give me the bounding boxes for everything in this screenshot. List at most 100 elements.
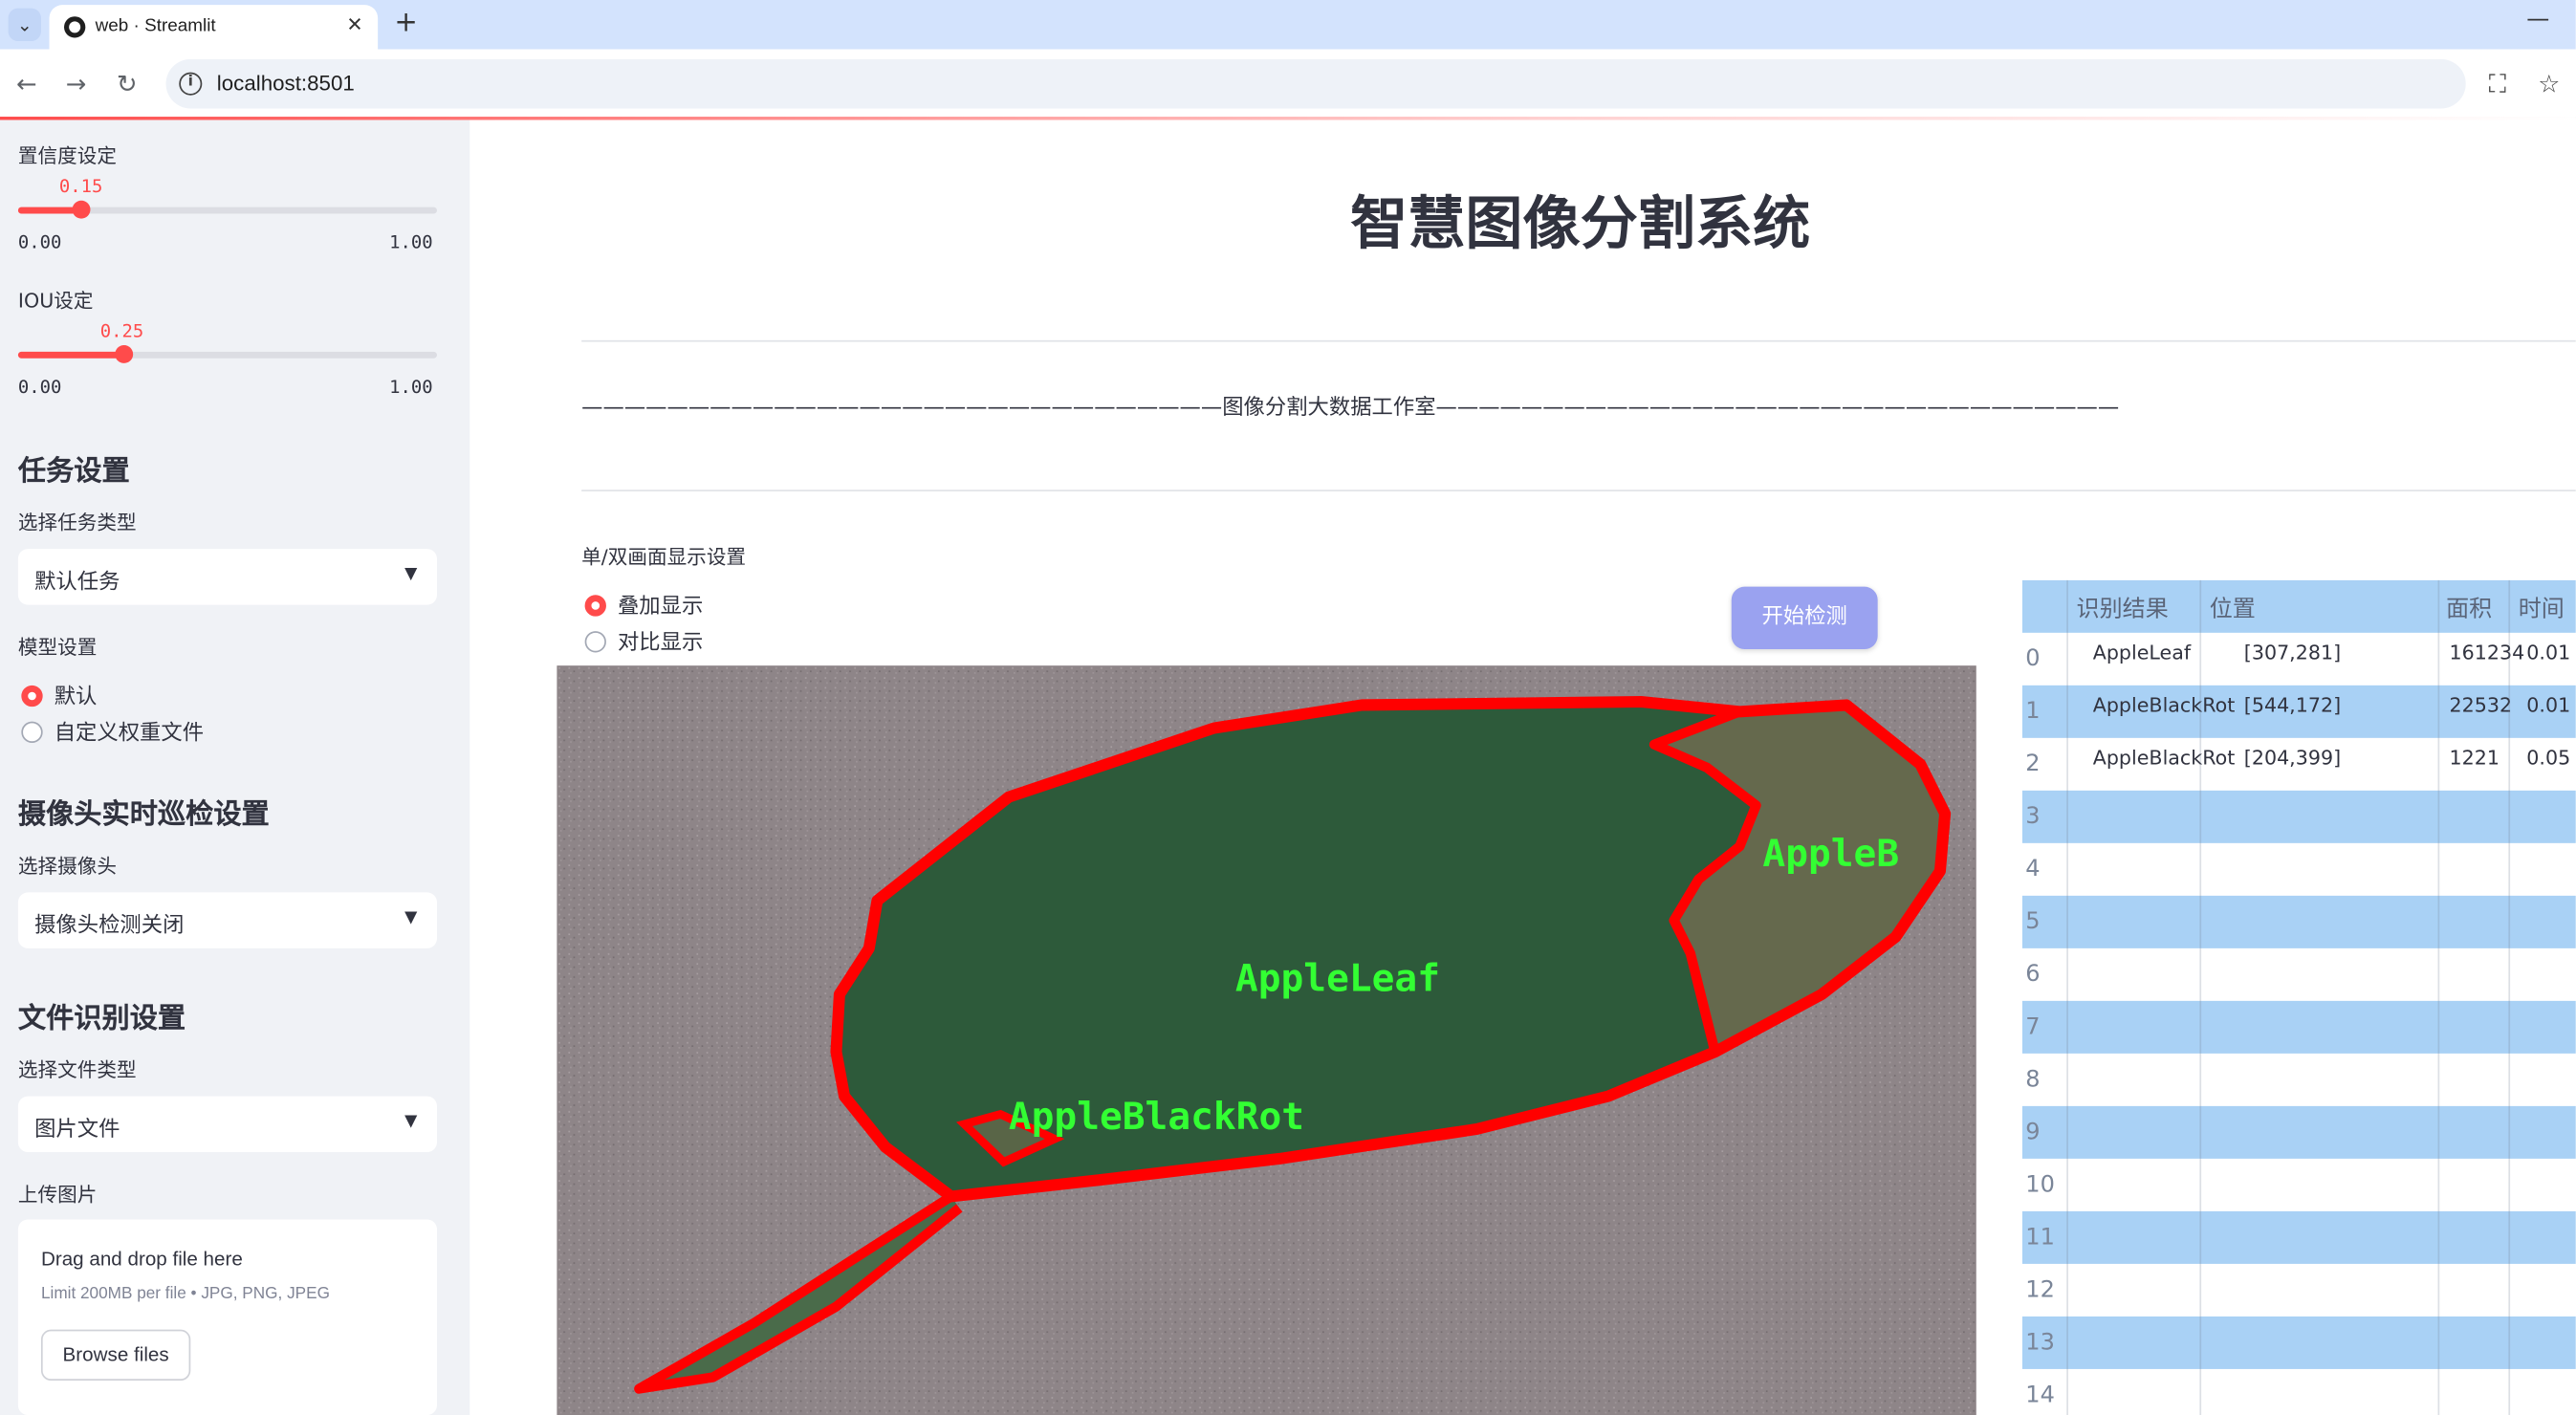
new-tab-icon[interactable]: +	[394, 7, 417, 39]
file-type-label: 选择文件类型	[17, 1058, 137, 1082]
confidence-slider-thumb[interactable]	[72, 200, 91, 219]
row-index: 5	[2025, 908, 2041, 936]
column-divider	[2199, 579, 2202, 1415]
cell-position: [204,399]	[2243, 746, 2342, 770]
minimize-icon[interactable]: —	[2526, 7, 2549, 33]
iou-slider-fill	[17, 351, 123, 359]
row-index: 1	[2025, 698, 2041, 726]
model-option-default: 默认	[54, 685, 98, 710]
chevron-down-icon: ▼	[404, 565, 418, 584]
tab-list-dropdown[interactable]: ⌄	[8, 8, 41, 41]
model-radio-custom[interactable]: 自定义权重文件	[21, 715, 204, 746]
row-index: 6	[2025, 961, 2041, 989]
iou-slider-thumb[interactable]	[115, 344, 134, 363]
iou-min: 0.00	[17, 376, 62, 398]
row-index: 14	[2025, 1382, 2055, 1409]
radio-unselected-icon	[21, 721, 43, 743]
cell-result: AppleBlackRot	[2092, 746, 2236, 770]
row-index: 9	[2025, 1119, 2041, 1146]
radio-selected-icon	[21, 685, 43, 708]
address-bar[interactable]: i localhost:8501	[165, 58, 2466, 109]
back-icon[interactable]: ←	[16, 69, 37, 98]
url-text: localhost:8501	[216, 70, 355, 96]
start-detection-button[interactable]: 开始检测	[1731, 586, 1878, 650]
table-row-empty[interactable]: 7	[2021, 1000, 2576, 1054]
page-title: 智慧图像分割系统	[1350, 192, 1811, 258]
tab-title: web · Streamlit	[95, 16, 216, 36]
model-radio-default[interactable]: 默认	[21, 679, 97, 710]
display-radio-compare[interactable]: 对比显示	[584, 624, 703, 656]
row-index: 2	[2025, 751, 2041, 778]
bookmark-star-icon[interactable]: ☆	[2538, 69, 2560, 98]
table-row[interactable]: 2 AppleBlackRot [204,399] 1221 0.05	[2022, 738, 2576, 791]
reload-icon[interactable]: ↻	[117, 69, 138, 98]
display-option-overlay: 叠加显示	[617, 595, 704, 620]
camera-settings-heading: 摄像头实时巡检设置	[17, 798, 270, 832]
col-header-position[interactable]: 位置	[2210, 592, 2256, 624]
upload-label: 上传图片	[17, 1183, 98, 1207]
table-row[interactable]: 1 AppleBlackRot [544,172] 22532 0.01	[2021, 685, 2576, 738]
main-content: 智慧图像分割系统 ——————————————————————————————图…	[469, 120, 2576, 1415]
close-tab-icon[interactable]: ✕	[346, 13, 362, 36]
forward-icon[interactable]: →	[66, 69, 87, 98]
cell-result: AppleLeaf	[2092, 641, 2192, 664]
row-index: 0	[2025, 645, 2041, 673]
confidence-label: 置信度设定	[17, 144, 118, 168]
table-row-empty[interactable]: 10	[2022, 1159, 2576, 1211]
task-type-select[interactable]: 默认任务 ▼	[17, 549, 437, 605]
task-type-value: 默认任务	[34, 570, 120, 596]
col-header-result[interactable]: 识别结果	[2077, 592, 2169, 624]
table-row-empty[interactable]: 5	[2021, 895, 2576, 948]
confidence-slider-fill	[17, 207, 81, 214]
row-index: 4	[2025, 856, 2041, 883]
confidence-value: 0.15	[58, 175, 103, 198]
table-row-empty[interactable]: 8	[2022, 1054, 2576, 1106]
confidence-slider[interactable]	[17, 200, 437, 219]
cell-area: 1221	[2449, 746, 2500, 770]
column-divider	[2508, 579, 2511, 1415]
upload-limit: Limit 200MB per file • JPG, PNG, JPEG	[40, 1285, 330, 1304]
iou-slider[interactable]	[17, 344, 437, 363]
table-row-empty[interactable]: 4	[2022, 843, 2576, 896]
results-table[interactable]: 识别结果 位置 面积 时间 0 AppleLeaf [307,281] 1612…	[2021, 579, 2576, 1415]
row-index: 13	[2025, 1329, 2055, 1357]
browser-tab-bar: ⌄ web · Streamlit ✕ + —	[0, 0, 2576, 50]
task-type-label: 选择任务类型	[17, 511, 137, 534]
image-label-appleblackrot: AppleBlackRot	[1009, 1095, 1304, 1139]
file-settings-heading: 文件识别设置	[17, 1002, 186, 1035]
divider-top	[581, 339, 2576, 342]
table-row-empty[interactable]: 14	[2022, 1369, 2576, 1415]
table-row-empty[interactable]: 9	[2021, 1105, 2576, 1159]
table-row-empty[interactable]: 6	[2022, 948, 2576, 1001]
file-uploader-dropzone[interactable]: Drag and drop file here Limit 200MB per …	[17, 1219, 437, 1415]
table-row-empty[interactable]: 13	[2021, 1316, 2576, 1369]
table-row[interactable]: 0 AppleLeaf [307,281] 161234 0.01	[2022, 633, 2576, 686]
table-row-empty[interactable]: 11	[2021, 1210, 2576, 1264]
confidence-min: 0.00	[17, 231, 62, 253]
site-info-icon[interactable]: i	[179, 72, 203, 96]
camera-value: 摄像头检测关闭	[34, 913, 185, 939]
col-header-time[interactable]: 时间	[2519, 592, 2565, 624]
table-row-empty[interactable]: 3	[2021, 790, 2576, 843]
col-header-area[interactable]: 面积	[2446, 592, 2492, 624]
browser-toolbar: ← → ↻ i localhost:8501 ⛶ ☆	[0, 49, 2576, 119]
image-label-appleb: AppleB	[1762, 832, 1899, 876]
image-label-appleleaf: AppleLeaf	[1235, 957, 1440, 1001]
translate-icon[interactable]: ⛶	[2489, 69, 2506, 98]
table-row-empty[interactable]: 12	[2022, 1264, 2576, 1317]
row-index: 10	[2025, 1171, 2055, 1199]
iou-value: 0.25	[99, 320, 144, 342]
camera-select[interactable]: 摄像头检测关闭 ▼	[17, 892, 437, 948]
cell-area: 161234	[2449, 641, 2525, 664]
browser-tab[interactable]: web · Streamlit ✕	[49, 5, 379, 50]
camera-label: 选择摄像头	[17, 854, 118, 878]
row-index: 12	[2025, 1276, 2055, 1304]
divider-bottom	[581, 490, 2576, 491]
browse-files-button[interactable]: Browse files	[40, 1329, 191, 1381]
display-radio-overlay[interactable]: 叠加显示	[584, 588, 704, 620]
column-divider	[2437, 579, 2440, 1415]
file-type-select[interactable]: 图片文件 ▼	[17, 1096, 437, 1153]
table-header: 识别结果 位置 面积 时间	[2021, 579, 2576, 633]
confidence-max: 1.00	[389, 231, 433, 253]
iou-max: 1.00	[389, 376, 433, 398]
